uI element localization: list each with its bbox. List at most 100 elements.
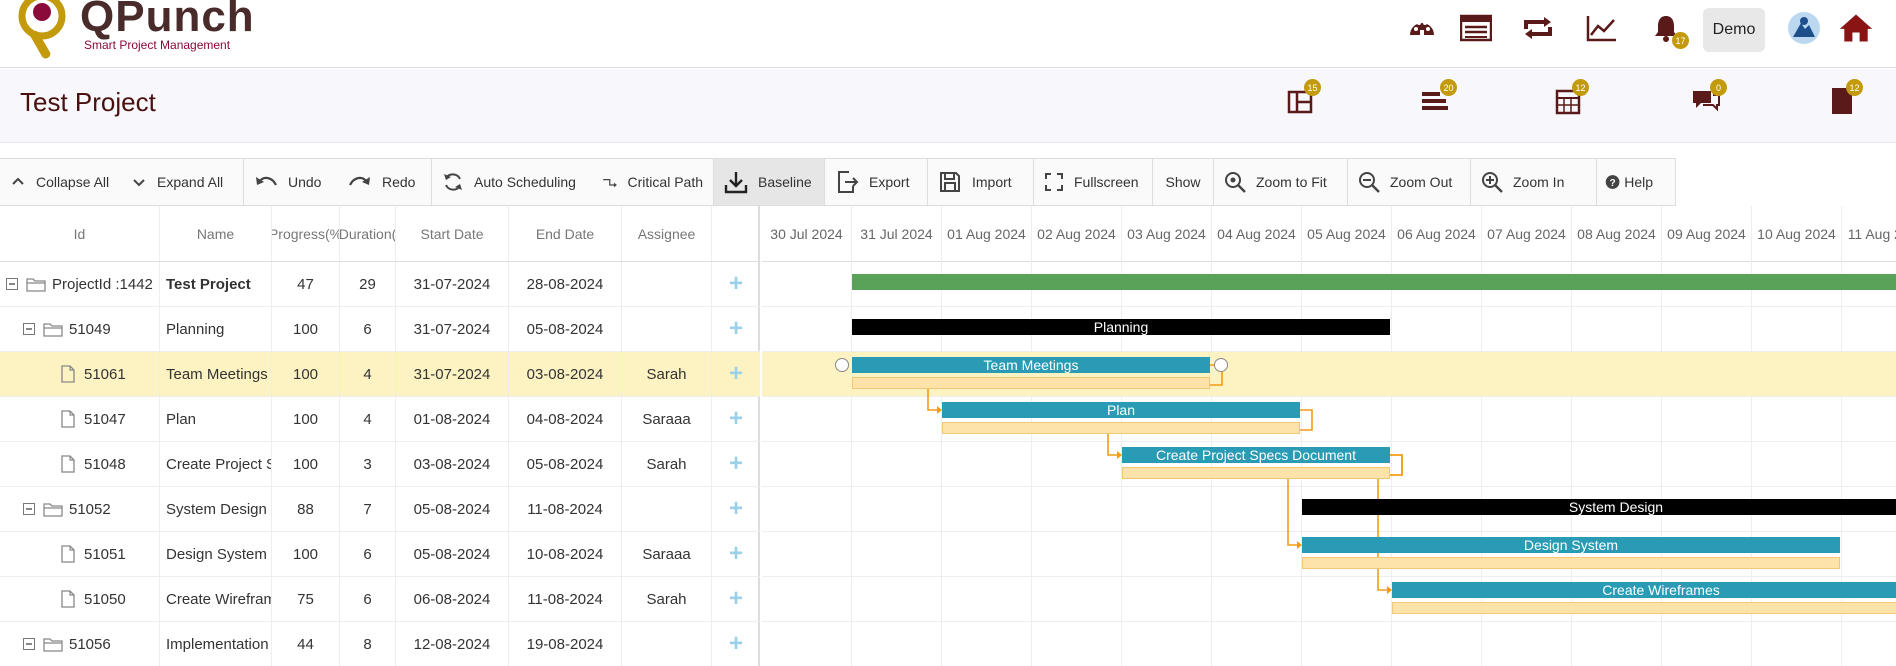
user-button[interactable]: Demo [1703, 8, 1765, 52]
timeline-row[interactable] [762, 622, 1896, 666]
table-row[interactable]: 51051 Design System 100 6 05-08-2024 10-08-20… [0, 532, 760, 577]
fullscreen-label: Fullscreen [1074, 174, 1139, 190]
help-label: Help [1624, 174, 1653, 190]
column-header-assignee[interactable]: Assignee [622, 206, 712, 261]
column-header-name[interactable]: Name [160, 206, 272, 261]
collapse-toggle-icon[interactable] [23, 638, 35, 650]
column-header-duration[interactable]: Duration( [340, 206, 396, 261]
zoom-in-button[interactable]: Zoom In [1471, 159, 1596, 205]
dashboard-icon[interactable] [1404, 10, 1440, 46]
cell-id: 51051 [0, 532, 160, 576]
add-task-button[interactable]: + [712, 487, 760, 531]
table-icon[interactable] [1458, 10, 1494, 46]
cell-progress: 100 [272, 307, 340, 351]
task-bar[interactable]: Plan [942, 402, 1300, 418]
date-header: 07 Aug 2024 [1482, 206, 1572, 262]
home-icon[interactable] [1838, 10, 1874, 46]
table-row[interactable]: 51048 Create Project S 100 3 03-08-2024 05-08… [0, 442, 760, 487]
collapse-toggle-icon[interactable] [23, 503, 35, 515]
chart-line-icon[interactable] [1584, 10, 1620, 46]
cell-id-text: ProjectId :1442 [52, 275, 153, 293]
table-row[interactable]: 51050 Create Wirefram 75 6 06-08-2024 11-08-2… [0, 577, 760, 622]
add-task-button[interactable]: + [712, 352, 760, 396]
cell-duration: 6 [340, 577, 396, 621]
add-task-button[interactable]: + [712, 577, 760, 621]
counter-badge: 12 [1846, 79, 1863, 96]
import-button[interactable]: Import [928, 159, 1033, 205]
chat-icon[interactable]: 0 [1688, 79, 1727, 119]
collapse-toggle-icon[interactable] [23, 323, 35, 335]
cell-id: 51056 [0, 622, 160, 666]
link-handle[interactable] [1214, 358, 1228, 372]
cell-duration: 29 [340, 262, 396, 306]
help-button[interactable]: ? Help [1597, 159, 1661, 205]
timeline-row[interactable] [762, 397, 1896, 442]
redo-icon [349, 176, 370, 186]
link-handle[interactable] [835, 358, 849, 372]
cell-assignee [622, 262, 712, 306]
baseline-button[interactable]: Baseline [714, 159, 824, 205]
toolbar: Collapse All Expand All Undo Redo Auto S… [0, 158, 1676, 206]
task-bar[interactable]: Create Wireframes [1392, 582, 1896, 598]
expand-all-button[interactable]: Expand All [121, 159, 243, 205]
table-row[interactable]: 51052 System Design 88 7 05-08-2024 11-08-202… [0, 487, 760, 532]
column-header-start[interactable]: Start Date [396, 206, 509, 261]
task-bar[interactable]: Team Meetings [852, 357, 1210, 373]
zoom-to-fit-button[interactable]: Zoom to Fit [1214, 159, 1347, 205]
logo[interactable]: QPunch Smart Project Management [14, 0, 274, 64]
folder-icon [26, 278, 46, 292]
add-task-button[interactable]: + [712, 262, 760, 306]
table-row[interactable]: 51049 Planning 100 6 31-07-2024 05-08-2024 + [0, 307, 760, 352]
column-header-id[interactable]: Id [0, 206, 160, 261]
zoom-out-button[interactable]: Zoom Out [1348, 159, 1470, 205]
add-task-button[interactable]: + [712, 397, 760, 441]
date-header: 31 Jul 2024 [852, 206, 942, 262]
zoom-in-label: Zoom In [1513, 174, 1565, 190]
top-header: QPunch Smart Project Management 17 Demo [0, 0, 1896, 68]
column-header-progress[interactable]: Progress(% [272, 206, 340, 261]
export-button[interactable]: Export [825, 159, 927, 205]
cell-id: 51048 [0, 442, 160, 486]
add-task-button[interactable]: + [712, 532, 760, 576]
counter-badge: 0 [1710, 79, 1727, 96]
collapse-all-button[interactable]: Collapse All [0, 159, 121, 205]
summary-bar[interactable]: System Design [1302, 499, 1896, 515]
counter-badge: 20 [1440, 79, 1457, 96]
zoom-to-fit-label: Zoom to Fit [1256, 174, 1327, 190]
baseline-label: Baseline [758, 174, 812, 190]
redo-button[interactable]: Redo [338, 159, 431, 205]
add-task-button[interactable]: + [712, 622, 760, 666]
cell-progress: 44 [272, 622, 340, 666]
add-task-button[interactable]: + [712, 307, 760, 351]
project-bar[interactable] [852, 274, 1896, 290]
table-row[interactable]: ProjectId :1442 Test Project 47 29 31-07-202… [0, 262, 760, 307]
table-row[interactable]: 51056 Implementation 44 8 12-08-2024 19-08-20… [0, 622, 760, 666]
folder-icon [43, 323, 63, 337]
auto-scheduling-button[interactable]: Auto Scheduling [432, 159, 592, 205]
date-header: 08 Aug 2024 [1572, 206, 1662, 262]
counter-badge: 12 [1572, 79, 1589, 96]
bell-icon[interactable]: 17 [1648, 10, 1689, 49]
cell-start: 31-07-2024 [396, 307, 509, 351]
fullscreen-button[interactable]: Fullscreen [1034, 159, 1152, 205]
layout-icon[interactable]: 15 [1282, 79, 1321, 119]
column-header-end[interactable]: End Date [509, 206, 622, 261]
undo-button[interactable]: Undo [244, 159, 338, 205]
date-header: 04 Aug 2024 [1212, 206, 1302, 262]
collapse-toggle-icon[interactable] [6, 278, 18, 290]
task-bar[interactable]: Design System [1302, 537, 1840, 553]
file-icon[interactable]: 12 [1824, 79, 1863, 119]
task-bar[interactable]: Create Project Specs Document [1122, 447, 1390, 463]
table-row[interactable]: 51061 Team Meetings 100 4 31-07-2024 03-08-20… [0, 352, 760, 397]
critical-path-button[interactable]: Critical Path [592, 159, 713, 205]
table-row[interactable]: 51047 Plan 100 4 01-08-2024 04-08-2024 Saraaa + [0, 397, 760, 442]
expand-all-label: Expand All [157, 174, 224, 190]
show-button[interactable]: Show [1153, 159, 1213, 205]
avatar-icon[interactable] [1786, 10, 1822, 46]
cell-id-text: 51050 [84, 590, 126, 608]
calendar-icon[interactable]: 12 [1550, 79, 1589, 119]
summary-bar[interactable]: Planning [852, 319, 1390, 335]
add-task-button[interactable]: + [712, 442, 760, 486]
repeat-icon[interactable] [1520, 10, 1556, 46]
list-icon[interactable]: 20 [1416, 79, 1457, 119]
